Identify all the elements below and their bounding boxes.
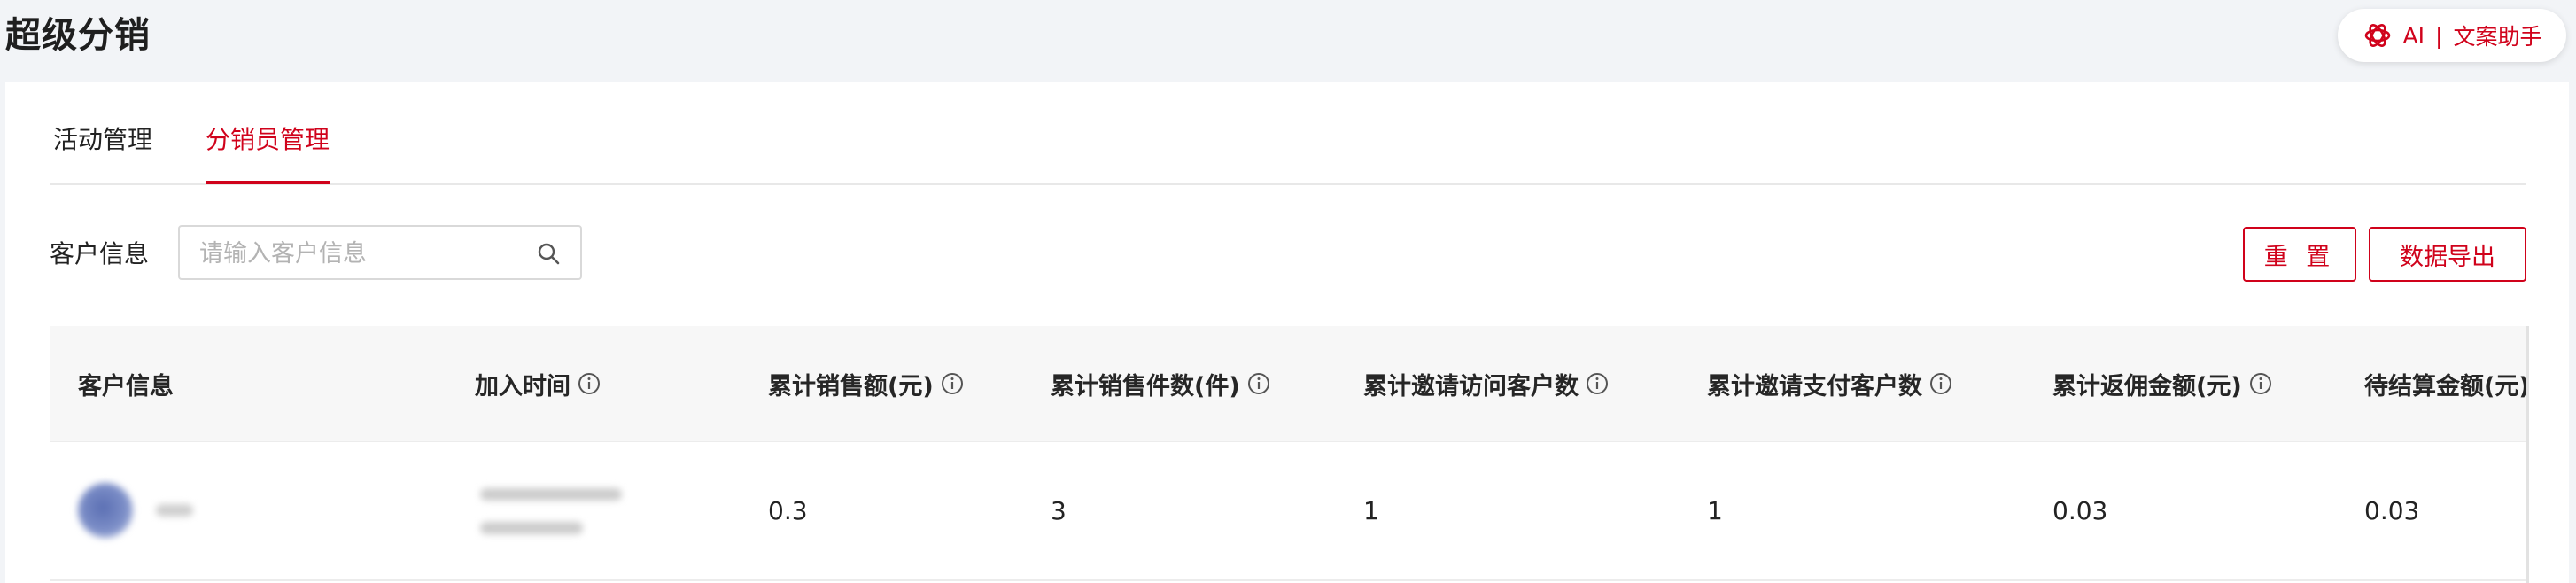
search-icon[interactable]	[536, 241, 561, 266]
customer-info-filter-label: 客户信息	[50, 239, 150, 268]
column-label: 加入时间	[475, 372, 570, 400]
column-header-pending-settlement: 待结算金额(元)	[2364, 326, 2526, 441]
cell-total-sales: 0.3	[768, 496, 808, 525]
cell-invited-payers: 1	[1707, 496, 1723, 525]
tab-activity-management[interactable]: 活动管理	[53, 122, 152, 158]
cell-total-items: 3	[1051, 496, 1067, 525]
page-title: 超级分销	[5, 15, 151, 56]
column-header-total-commission: 累计返佣金额(元)	[2052, 326, 2272, 441]
table-scroll-edge[interactable]	[2526, 326, 2529, 583]
cell-pending-settlement: 0.03	[2364, 496, 2420, 525]
info-icon[interactable]	[578, 372, 601, 395]
cell-invited-visitors: 1	[1363, 496, 1379, 525]
reset-button[interactable]: 重 置	[2243, 227, 2356, 282]
assistant-label: 文案助手	[2453, 24, 2542, 50]
ai-logo-icon	[2364, 24, 2390, 47]
ai-copywriting-assistant-button[interactable]: AI | 文案助手	[2338, 9, 2566, 62]
join-time-redacted	[480, 522, 583, 534]
tab-distributor-management[interactable]: 分销员管理	[206, 122, 330, 158]
column-header-join-time: 加入时间	[475, 326, 601, 441]
main-card: 活动管理 分销员管理 客户信息 重 置 数据导出 客户信息 加入时间 累计销售额…	[5, 82, 2569, 583]
ai-separator: |	[2435, 22, 2443, 49]
export-data-button[interactable]: 数据导出	[2369, 227, 2526, 282]
customer-avatar	[78, 483, 133, 538]
ai-label: AI	[2402, 22, 2425, 49]
column-header-total-items: 累计销售件数(件)	[1051, 326, 1270, 441]
customer-search-input[interactable]	[198, 227, 538, 280]
active-tab-indicator	[206, 181, 330, 184]
column-label: 累计返佣金额(元)	[2052, 372, 2242, 400]
column-header-invited-visitors: 累计邀请访问客户数	[1363, 326, 1609, 441]
column-label: 累计邀请访问客户数	[1363, 372, 1579, 400]
column-label: 累计销售额(元)	[768, 372, 934, 400]
column-label: 累计邀请支付客户数	[1707, 372, 1922, 400]
cell-total-commission: 0.03	[2052, 496, 2108, 525]
info-icon[interactable]	[941, 372, 964, 395]
join-time-redacted	[480, 488, 622, 501]
info-icon[interactable]	[1586, 372, 1609, 395]
info-icon[interactable]	[1929, 372, 1952, 395]
column-header-total-sales: 累计销售额(元)	[768, 326, 964, 441]
distributor-table: 客户信息 加入时间 累计销售额(元) 累计销售件数(件) 累计邀请访问客户数 累…	[50, 326, 2526, 583]
column-label: 累计销售件数(件)	[1051, 372, 1240, 400]
info-icon[interactable]	[2249, 372, 2272, 395]
column-label: 待结算金额(元)	[2364, 372, 2526, 400]
table-header: 客户信息 加入时间 累计销售额(元) 累计销售件数(件) 累计邀请访问客户数 累…	[50, 326, 2526, 442]
table-row[interactable]: 0.3 3 1 1 0.03 0.03	[50, 442, 2526, 581]
info-icon[interactable]	[1247, 372, 1270, 395]
column-header-invited-payers: 累计邀请支付客户数	[1707, 326, 1952, 441]
column-header-customer-info: 客户信息	[78, 326, 174, 441]
tab-bar: 活动管理 分销员管理	[50, 82, 2526, 185]
customer-name-redacted	[156, 504, 193, 517]
column-label: 客户信息	[78, 372, 174, 400]
customer-search-box[interactable]	[178, 225, 582, 280]
